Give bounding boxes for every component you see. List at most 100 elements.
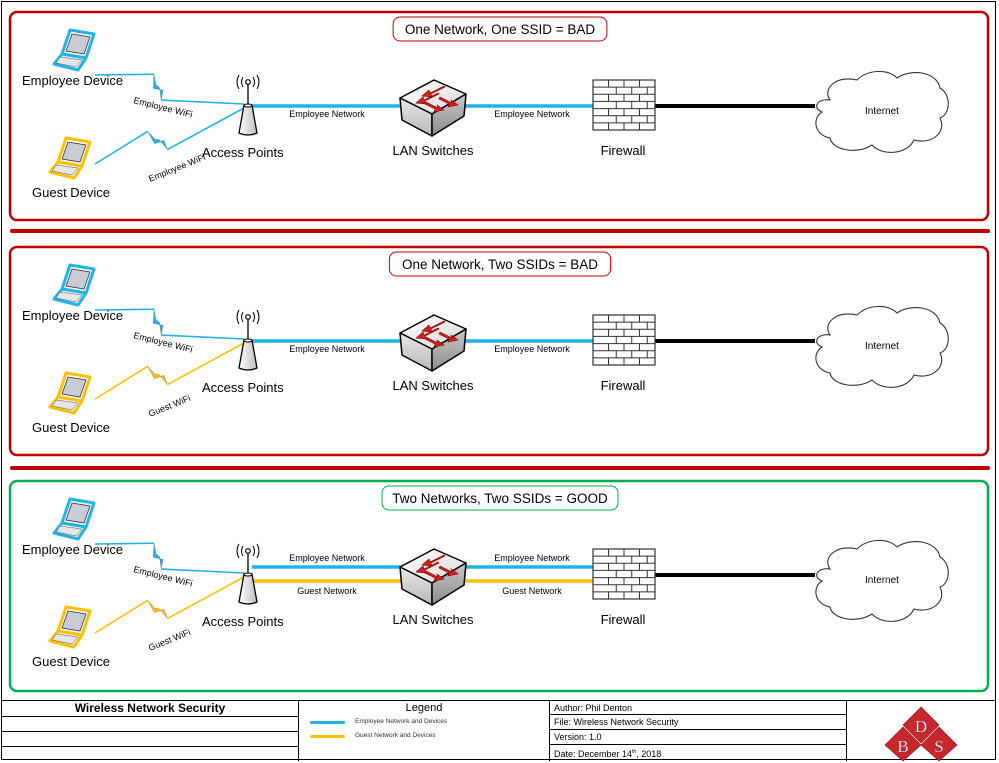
date-year: , 2018	[636, 749, 662, 759]
access-points-label: Access Points	[202, 614, 284, 629]
title-block-empty-row	[2, 717, 298, 732]
wifi-line	[161, 334, 245, 340]
access-points-label: Access Points	[202, 380, 284, 395]
legend-item-guest: Guest Network and Devices	[310, 731, 550, 743]
access-point-icon	[236, 543, 260, 605]
firewall-label: Firewall	[601, 612, 646, 627]
employee-device-label: Employee Device	[22, 308, 123, 323]
antenna-tip	[245, 79, 251, 85]
signal-wave	[241, 545, 244, 557]
guest-device-label: Guest Device	[32, 185, 110, 200]
legend-title: Legend	[405, 702, 443, 714]
employee-wifi-label: Employee WiFi	[133, 564, 194, 588]
access-points-label: Access Points	[202, 145, 284, 160]
access-point-top	[243, 338, 253, 343]
lan-switches-label: LAN Switches	[393, 378, 474, 393]
employee-laptop-icon	[52, 263, 96, 307]
employee-laptop-icon	[52, 497, 96, 541]
antenna-tip	[245, 548, 251, 554]
author-text: Author: Phil Denton	[554, 703, 633, 713]
employee-laptop-icon	[52, 28, 96, 72]
guest-laptop-icon	[48, 605, 92, 649]
employee-network-label: Employee Network	[289, 109, 365, 119]
signal-wave	[236, 543, 240, 559]
legend-label-employee: Employee Network and Devices	[355, 718, 448, 725]
antenna-tip	[245, 314, 251, 320]
guest-network-label: Guest Network	[297, 586, 357, 596]
signal-wave	[256, 309, 260, 325]
employee-network-label: Employee Network	[289, 344, 365, 354]
guest-wifi-label: Employee WiFi	[147, 152, 207, 184]
access-point-top	[243, 103, 253, 108]
firewall-label: Firewall	[601, 378, 646, 393]
guest-laptop-icon	[48, 136, 92, 180]
diagram-title: Wireless Network Security	[74, 701, 226, 715]
firewall-icon	[592, 79, 656, 131]
guest-device-label: Guest Device	[32, 654, 110, 669]
wifi-line	[94, 599, 149, 634]
wifi-line	[94, 130, 149, 165]
panel-1: One Network, One SSID = BAD Employee WiFi…	[8, 10, 990, 222]
legend-swatch-employee	[310, 721, 345, 724]
lightning-bolt	[153, 309, 164, 336]
lan-switch-icon	[399, 314, 467, 372]
guest-laptop-icon	[48, 371, 92, 415]
lan-switch-icon	[399, 548, 467, 606]
date-text: Date: December 14th, 2018	[554, 746, 661, 761]
wifi-line	[94, 365, 149, 400]
legend-swatch-guest	[310, 735, 345, 738]
employee-wifi-label: Employee WiFi	[133, 95, 194, 119]
date-main: Date: December 14	[554, 749, 633, 759]
panel-title: One Network, One SSID = BAD	[405, 22, 595, 37]
signal-wave	[241, 311, 244, 323]
panel-title: One Network, Two SSIDs = BAD	[402, 257, 598, 272]
guest-wifi-label: Guest WiFi	[147, 393, 192, 419]
signal-wave	[252, 545, 255, 557]
firewall-icon	[592, 548, 656, 600]
employee-network-label: Employee Network	[494, 553, 570, 563]
employee-wifi-label: Employee WiFi	[133, 330, 194, 354]
version-text: Version: 1.0	[554, 732, 602, 742]
internet-cloud-icon: Internet	[815, 70, 949, 153]
file-text: File: Wireless Network Security	[554, 717, 679, 727]
guest-network-label: Guest Network	[502, 586, 562, 596]
lightning-bolt	[153, 74, 164, 101]
employee-device-label: Employee Device	[22, 542, 123, 557]
employee-network-label: Employee Network	[494, 109, 570, 119]
employee-device-label: Employee Device	[22, 73, 123, 88]
signal-wave	[252, 311, 255, 323]
wifi-line	[161, 568, 245, 574]
internet-cloud-icon: Internet	[815, 305, 949, 388]
employee-network-label: Employee Network	[494, 344, 570, 354]
lan-switch-icon	[399, 79, 467, 137]
signal-wave	[256, 74, 260, 90]
lightning-bolt	[153, 543, 164, 570]
panel-title: Two Networks, Two SSIDs = GOOD	[392, 491, 608, 506]
firewall-icon	[592, 314, 656, 366]
panel-3: Two Networks, Two SSIDs = GOOD Employee W…	[8, 479, 990, 693]
lightning-bolt	[147, 366, 168, 385]
lightning-bolt	[147, 600, 168, 619]
title-block: Wireless Network Security Legend Employe…	[2, 700, 996, 761]
legend-item-employee: Employee Network and Devices	[310, 717, 550, 729]
guest-device-label: Guest Device	[32, 420, 110, 435]
signal-wave	[236, 309, 240, 325]
access-point-top	[243, 572, 253, 577]
company-logo: D B S	[884, 706, 958, 761]
signal-wave	[236, 74, 240, 90]
wifi-line	[161, 99, 245, 105]
signal-wave	[256, 543, 260, 559]
signal-wave	[252, 76, 255, 88]
legend-label-guest: Guest Network and Devices	[355, 732, 436, 739]
guest-wifi-label: Guest WiFi	[147, 627, 192, 653]
network-diagram: One Network, One SSID = BAD Employee WiFi…	[8, 10, 990, 693]
internet-label: Internet	[865, 341, 899, 352]
lan-switches-label: LAN Switches	[393, 143, 474, 158]
firewall-label: Firewall	[601, 143, 646, 158]
logo-letter-b: B	[897, 737, 908, 756]
employee-network-label: Employee Network	[289, 553, 365, 563]
panel-2: One Network, Two SSIDs = BAD Employee WiF…	[8, 245, 990, 457]
internet-label: Internet	[865, 575, 899, 586]
lan-switches-label: LAN Switches	[393, 612, 474, 627]
title-block-empty-row	[2, 732, 298, 747]
